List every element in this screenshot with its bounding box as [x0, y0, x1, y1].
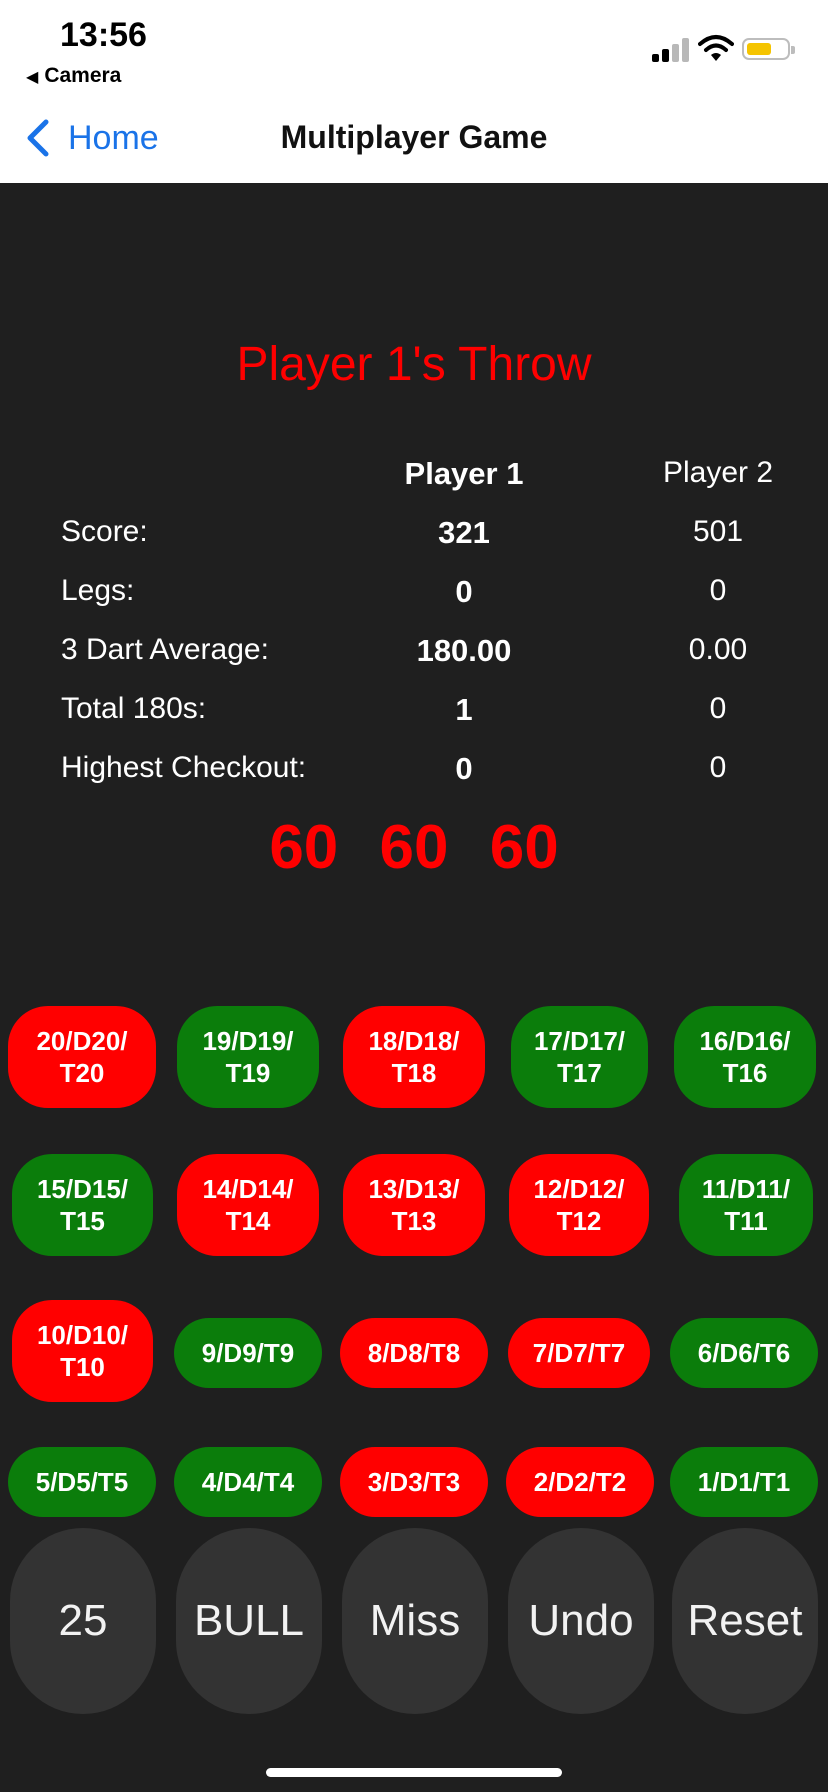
player1-value: 1 — [455, 692, 473, 727]
cellular-signal-icon — [652, 38, 690, 62]
player1-header: Player 1 — [404, 456, 524, 491]
stats-header-row: Player 1 Player 2 — [0, 456, 828, 496]
score-button-11[interactable]: 11/D11/T11 — [679, 1154, 813, 1256]
back-app-label: Camera — [44, 64, 122, 87]
score-button-17[interactable]: 17/D17/T17 — [511, 1006, 648, 1108]
miss-button[interactable]: Miss — [342, 1528, 488, 1714]
score-button-14[interactable]: 14/D14/T14 — [177, 1154, 319, 1256]
score-button-4[interactable]: 4/D4/T4 — [174, 1447, 322, 1517]
back-to-app-link[interactable]: ◀ Camera — [26, 64, 121, 88]
dart-score-1: 60 — [269, 813, 339, 882]
score-button-19[interactable]: 19/D19/T19 — [177, 1006, 319, 1108]
wifi-icon — [698, 35, 734, 61]
home-indicator[interactable] — [266, 1768, 562, 1777]
player2-value: 0 — [709, 574, 727, 607]
score-button-12[interactable]: 12/D12/T12 — [509, 1154, 649, 1256]
player1-value: 321 — [438, 515, 490, 550]
score-button-5[interactable]: 5/D5/T5 — [8, 1447, 156, 1517]
battery-icon — [742, 38, 795, 60]
bull-button[interactable]: BULL — [176, 1528, 322, 1714]
player1-value: 0 — [455, 751, 473, 786]
dart-score-2: 60 — [379, 813, 449, 882]
stat-label: Legs: — [61, 574, 135, 607]
outer-bull-25-button[interactable]: 25 — [10, 1528, 156, 1714]
score-button-15[interactable]: 15/D15/T15 — [12, 1154, 153, 1256]
score-button-1[interactable]: 1/D1/T1 — [670, 1447, 818, 1517]
score-button-13[interactable]: 13/D13/T13 — [343, 1154, 485, 1256]
stats-row-checkout: Highest Checkout: 0 0 — [0, 751, 828, 791]
stats-row-average: 3 Dart Average: 180.00 0.00 — [0, 633, 828, 673]
stats-row-legs: Legs: 0 0 — [0, 574, 828, 614]
stat-label: Highest Checkout: — [61, 751, 307, 784]
stat-label: Total 180s: — [61, 692, 207, 725]
stat-label: 3 Dart Average: — [61, 633, 269, 666]
score-button-20[interactable]: 20/D20/T20 — [8, 1006, 156, 1108]
stat-label: Score: — [61, 515, 148, 548]
back-triangle-icon: ◀ — [26, 69, 39, 86]
score-button-10[interactable]: 10/D10/T10 — [12, 1300, 153, 1402]
score-button-16[interactable]: 16/D16/T16 — [674, 1006, 816, 1108]
current-turn-label: Player 1's Throw — [236, 338, 592, 391]
player2-value: 0 — [709, 692, 727, 725]
stats-row-180s: Total 180s: 1 0 — [0, 692, 828, 732]
dart-score-3: 60 — [489, 813, 559, 882]
player2-value: 0 — [709, 751, 727, 784]
reset-button[interactable]: Reset — [672, 1528, 818, 1714]
player2-value: 0.00 — [688, 633, 748, 666]
current-darts: 60 60 60 — [0, 812, 828, 883]
score-button-2[interactable]: 2/D2/T2 — [506, 1447, 654, 1517]
score-button-6[interactable]: 6/D6/T6 — [670, 1318, 818, 1388]
undo-button[interactable]: Undo — [508, 1528, 654, 1714]
stats-row-score: Score: 321 501 — [0, 515, 828, 555]
navigation-header: 13:56 ◀ Camera Home Multiplayer Game — [0, 0, 828, 183]
score-button-18[interactable]: 18/D18/T18 — [343, 1006, 485, 1108]
player1-value: 0 — [455, 574, 473, 609]
player2-header: Player 2 — [662, 456, 774, 489]
score-button-3[interactable]: 3/D3/T3 — [340, 1447, 488, 1517]
player2-value: 501 — [692, 515, 744, 548]
player1-value: 180.00 — [416, 633, 512, 668]
page-title: Multiplayer Game — [280, 119, 548, 155]
status-time: 13:56 — [60, 16, 147, 54]
score-button-8[interactable]: 8/D8/T8 — [340, 1318, 488, 1388]
score-button-9[interactable]: 9/D9/T9 — [174, 1318, 322, 1388]
score-button-7[interactable]: 7/D7/T7 — [508, 1318, 650, 1388]
